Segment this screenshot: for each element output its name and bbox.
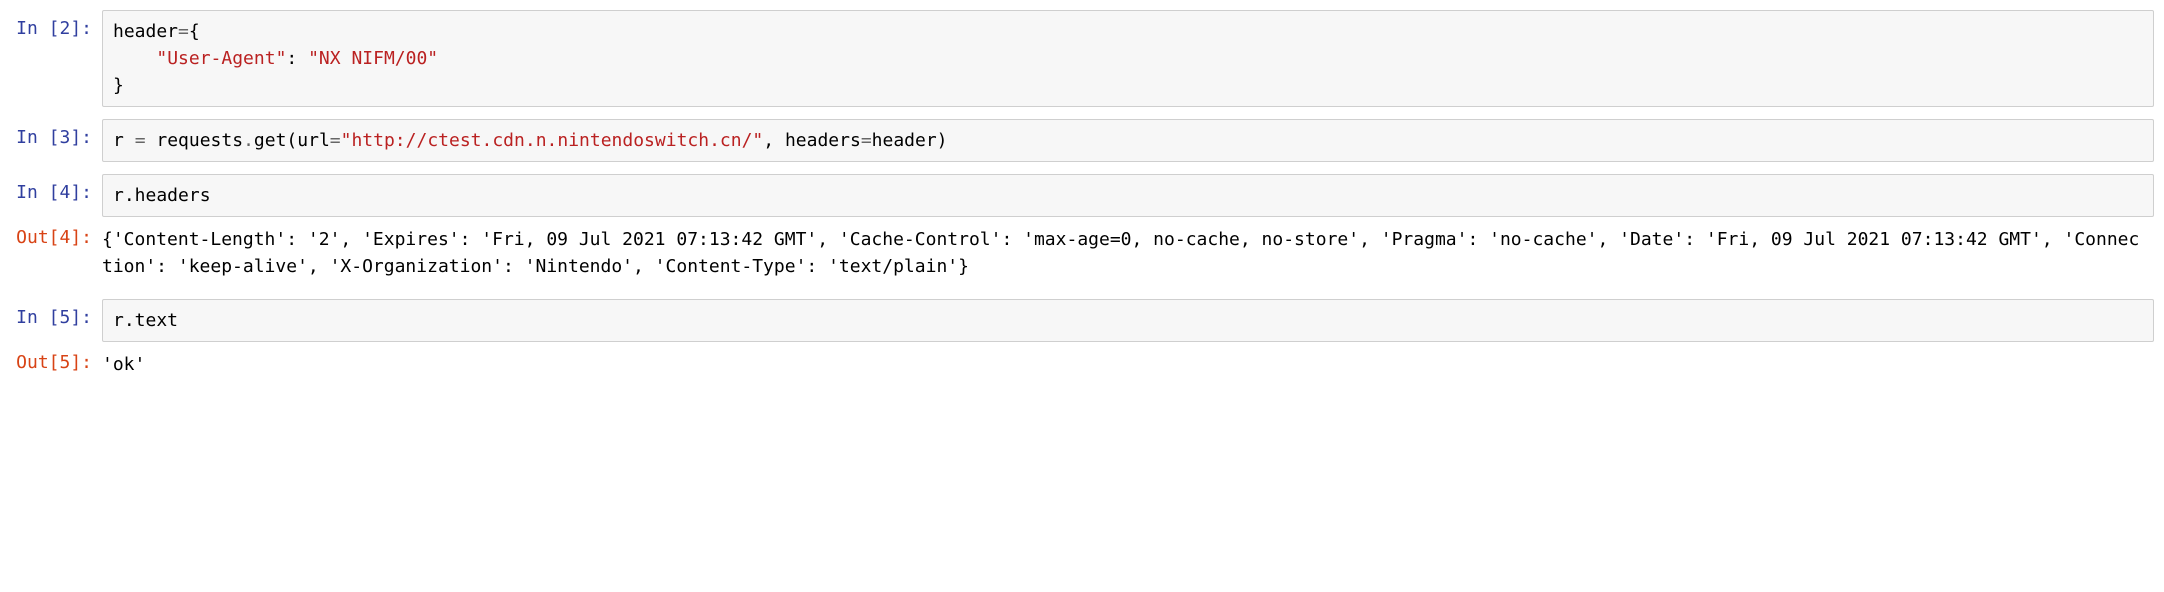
code-input[interactable]: r = requests.get(url="http://ctest.cdn.n… — [102, 119, 2154, 162]
cell-in-2: In [2]: header={ "User-Agent": "NX NIFM/… — [10, 10, 2154, 107]
code-token: header) — [872, 130, 948, 151]
cell-in-3: In [3]: r = requests.get(url="http://cte… — [10, 119, 2154, 162]
prompt-in: In [2]: — [10, 10, 102, 107]
code-token: r — [113, 130, 135, 151]
cell-out-5: Out[5]: 'ok' — [10, 344, 2154, 385]
output-text: {'Content-Length': '2', 'Expires': 'Fri,… — [102, 219, 2154, 287]
prompt-out: Out[4]: — [10, 219, 102, 287]
cell-in-5: In [5]: r.text — [10, 299, 2154, 342]
prompt-in: In [4]: — [10, 174, 102, 217]
code-token: requests — [146, 130, 244, 151]
code-token: "NX NIFM/00" — [308, 48, 438, 69]
output-text: 'ok' — [102, 344, 2154, 385]
code-token — [113, 48, 156, 69]
prompt-out: Out[5]: — [10, 344, 102, 385]
prompt-in: In [5]: — [10, 299, 102, 342]
code-token: = — [861, 130, 872, 151]
code-token: "User-Agent" — [156, 48, 286, 69]
prompt-in: In [3]: — [10, 119, 102, 162]
code-token: . — [243, 130, 254, 151]
code-token: r.text — [113, 310, 178, 331]
cell-out-4: Out[4]: {'Content-Length': '2', 'Expires… — [10, 219, 2154, 287]
code-input[interactable]: r.headers — [102, 174, 2154, 217]
code-input[interactable]: header={ "User-Agent": "NX NIFM/00" } — [102, 10, 2154, 107]
code-input[interactable]: r.text — [102, 299, 2154, 342]
code-token: header — [113, 21, 178, 42]
code-token: = — [178, 21, 189, 42]
code-token: "http://ctest.cdn.n.nintendoswitch.cn/" — [341, 130, 764, 151]
code-token: , headers — [763, 130, 861, 151]
cell-in-4: In [4]: r.headers — [10, 174, 2154, 217]
code-token: } — [113, 75, 124, 96]
code-token: { — [189, 21, 200, 42]
code-token: = — [135, 130, 146, 151]
code-token: : — [286, 48, 308, 69]
code-token: get(url — [254, 130, 330, 151]
code-token: = — [330, 130, 341, 151]
code-token: r.headers — [113, 185, 211, 206]
